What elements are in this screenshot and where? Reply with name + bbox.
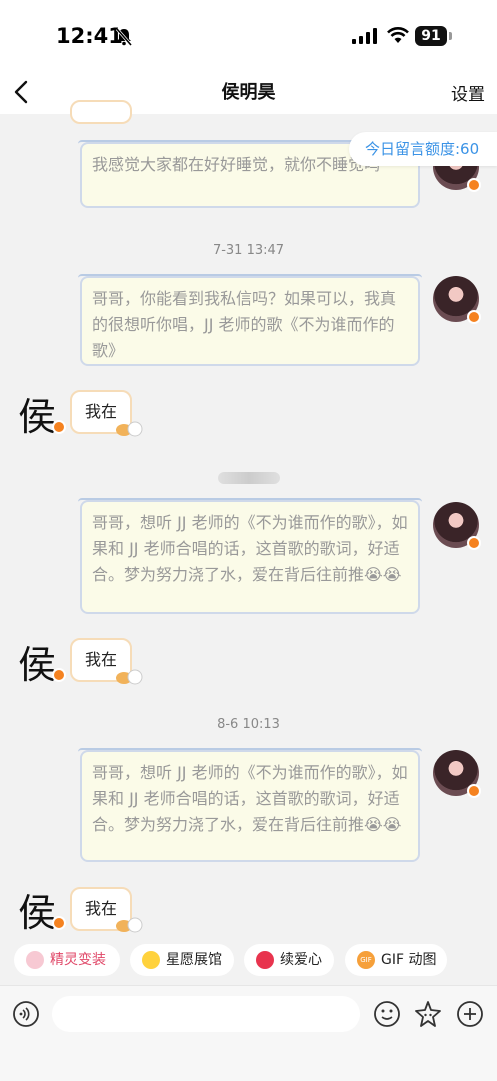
message-text: 哥哥，你能看到我私信吗？如果可以，我真的很想听你唱，JJ 老师的歌《不为谁而作的…	[92, 289, 397, 360]
avatar-character: 侯	[18, 643, 57, 687]
avatar[interactable]	[433, 276, 481, 324]
timestamp: 7-31 13:47	[212, 243, 285, 258]
timestamp: 8-6 10:13	[217, 717, 280, 732]
avatar[interactable]: 侯	[18, 388, 66, 439]
message-text: 我感觉大家都在好好睡觉，就你不睡觉呜	[92, 155, 381, 174]
verified-badge-icon	[52, 668, 66, 682]
status-bar: 12:41 91	[0, 0, 497, 70]
gif-icon: GIF	[357, 951, 375, 969]
wifi-icon	[387, 27, 409, 43]
settings-button[interactable]: 设置	[451, 80, 485, 105]
bear-sticker-icon	[116, 421, 143, 437]
verified-badge-icon	[52, 420, 66, 434]
star-badge-icon	[142, 951, 160, 969]
chat-bubble-left-partial	[70, 100, 132, 124]
verified-badge-icon	[467, 310, 481, 324]
input-bar	[0, 985, 497, 1081]
signal-icon	[352, 28, 377, 44]
chip-wish-gallery[interactable]: 星愿展馆	[130, 944, 234, 976]
bear-sticker-icon	[116, 917, 143, 933]
chip-renew-heart[interactable]: 续爱心	[244, 944, 334, 976]
plus-icon[interactable]	[456, 1000, 484, 1028]
verified-badge-icon	[467, 784, 481, 798]
star-face-icon[interactable]	[414, 1000, 442, 1028]
chat-bubble-right: 哥哥，你能看到我私信吗？如果可以，我真的很想听你唱，JJ 老师的歌《不为谁而作的…	[78, 274, 422, 366]
emoji-icon[interactable]	[373, 1000, 401, 1028]
quick-action-bar: 精灵变装 星愿展馆 续爱心 GIF GIF 动图	[0, 944, 497, 978]
message-input[interactable]	[52, 996, 360, 1032]
bear-sticker-icon	[116, 669, 143, 685]
verified-badge-icon	[467, 536, 481, 550]
avatar[interactable]: 侯	[18, 636, 66, 687]
avatar-character: 侯	[18, 891, 57, 935]
battery-nub	[449, 32, 452, 40]
message-text: 哥哥，想听 JJ 老师的《不为谁而作的歌》，如果和 JJ 老师合唱的话，这首歌的…	[92, 513, 408, 584]
message-text: 哥哥，想听 JJ 老师的《不为谁而作的歌》，如果和 JJ 老师合唱的话，这首歌的…	[92, 763, 408, 834]
sprite-icon	[26, 951, 44, 969]
message-quota-badge: 今日留言额度:60	[349, 132, 497, 166]
chat-bubble-right: 哥哥，想听 JJ 老师的《不为谁而作的歌》，如果和 JJ 老师合唱的话，这首歌的…	[78, 498, 422, 614]
avatar[interactable]	[433, 502, 481, 550]
chip-gif[interactable]: GIF GIF 动图	[345, 944, 447, 976]
verified-badge-icon	[52, 916, 66, 930]
status-time: 12:41	[56, 24, 123, 48]
chip-label: 星愿展馆	[166, 952, 222, 968]
voice-icon[interactable]	[12, 1000, 40, 1028]
heart-icon	[256, 951, 274, 969]
blurred-content	[218, 472, 280, 484]
bell-muted-icon	[115, 28, 133, 46]
chip-label: 精灵变装	[50, 952, 106, 968]
avatar-character: 侯	[18, 395, 57, 439]
chat-bubble-right: 哥哥，想听 JJ 老师的《不为谁而作的歌》，如果和 JJ 老师合唱的话，这首歌的…	[78, 748, 422, 862]
chip-label: GIF 动图	[381, 952, 437, 968]
chip-label: 续爱心	[280, 952, 322, 968]
avatar[interactable]	[433, 750, 481, 798]
avatar[interactable]: 侯	[18, 884, 66, 935]
verified-badge-icon	[467, 178, 481, 192]
chip-sprite-dressup[interactable]: 精灵变装	[14, 944, 120, 976]
battery-level: 91	[415, 26, 447, 46]
